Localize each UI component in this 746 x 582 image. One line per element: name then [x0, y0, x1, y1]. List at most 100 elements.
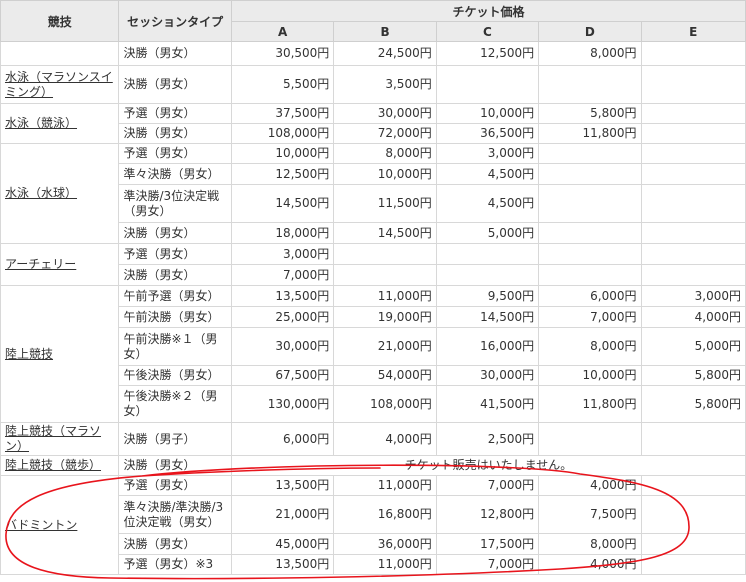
no-ticket-sales-notice: チケット販売はいたしません。	[230, 455, 746, 476]
price-e	[640, 222, 746, 244]
header-ticket-price: チケット価格	[230, 0, 746, 22]
sport-link-swimming[interactable]: 水泳（競泳）	[5, 116, 77, 130]
price-b: 21,000円	[333, 327, 437, 366]
price-c: 12,500円	[435, 41, 540, 66]
price-d	[538, 422, 642, 456]
sport-cell: アーチェリー	[0, 243, 120, 286]
header-category-b: B	[333, 21, 437, 42]
sport-cell: 陸上競技	[0, 285, 120, 423]
sport-link-water-polo[interactable]: 水泳（水球）	[5, 186, 77, 200]
price-a: 5,500円	[230, 65, 335, 104]
price-a: 37,500円	[230, 103, 335, 124]
price-e	[640, 41, 746, 66]
price-e	[640, 495, 746, 534]
price-a: 13,500円	[230, 475, 335, 496]
price-e: 5,800円	[640, 385, 746, 423]
price-b: 54,000円	[333, 365, 437, 386]
price-e: 5,800円	[640, 365, 746, 386]
price-c: 5,000円	[435, 222, 540, 244]
session-type: 準決勝/3位決定戦（男女）	[118, 184, 232, 223]
price-c: 41,500円	[435, 385, 540, 423]
table-row: 陸上競技 午前予選（男女） 13,500円 11,000円 9,500円 6,0…	[0, 285, 746, 423]
price-c: 7,000円	[435, 554, 540, 575]
price-c: 4,500円	[435, 163, 540, 185]
sport-link-athletics-race-walk[interactable]: 陸上競技（競歩）	[5, 458, 101, 472]
header-category-d: D	[538, 21, 642, 42]
sport-link-archery[interactable]: アーチェリー	[5, 257, 76, 271]
price-b: 24,500円	[333, 41, 437, 66]
price-d: 11,800円	[538, 123, 642, 144]
price-e	[640, 554, 746, 575]
price-c	[435, 65, 540, 104]
price-d	[538, 184, 642, 223]
session-type: 午前決勝※１（男女）	[118, 327, 232, 366]
price-e	[640, 65, 746, 104]
price-b: 11,000円	[333, 285, 437, 307]
price-c: 14,500円	[435, 306, 540, 328]
header-category-e: E	[640, 21, 746, 42]
session-type: 午前予選（男女）	[118, 285, 232, 307]
price-b: 108,000円	[333, 385, 437, 423]
price-d	[538, 264, 642, 286]
price-b: 14,500円	[333, 222, 437, 244]
header-session-type: セッションタイプ	[118, 0, 232, 42]
price-c: 36,500円	[435, 123, 540, 144]
price-a: 30,500円	[230, 41, 335, 66]
sport-link-marathon-swimming[interactable]: 水泳（マラソンスイミング）	[5, 70, 113, 99]
price-d: 8,000円	[538, 533, 642, 555]
sport-link-athletics[interactable]: 陸上競技	[5, 347, 53, 361]
price-e: 4,000円	[640, 306, 746, 328]
session-type: 決勝（男女）	[118, 222, 232, 244]
price-d: 8,000円	[538, 41, 642, 66]
session-type: 予選（男女）	[118, 143, 232, 164]
sport-cell: 陸上競技（競歩）	[0, 455, 120, 476]
price-b: 11,500円	[333, 184, 437, 223]
price-e	[640, 163, 746, 185]
price-d: 7,000円	[538, 306, 642, 328]
session-type: 午前決勝（男女）	[118, 306, 232, 328]
price-c	[435, 264, 540, 286]
sport-cell: バドミントン	[0, 475, 120, 575]
session-type: 予選（男女）※3	[118, 554, 232, 575]
price-e	[640, 103, 746, 124]
price-a: 67,500円	[230, 365, 335, 386]
sport-cell: 水泳（競泳）	[0, 103, 120, 144]
price-a: 130,000円	[230, 385, 335, 423]
price-c: 3,000円	[435, 143, 540, 164]
price-d	[538, 222, 642, 244]
price-d: 8,000円	[538, 327, 642, 366]
price-d: 11,800円	[538, 385, 642, 423]
price-b: 10,000円	[333, 163, 437, 185]
price-c: 7,000円	[435, 475, 540, 496]
table-row: 水泳（マラソンスイミング） 決勝（男女） 5,500円 3,500円	[0, 65, 746, 104]
session-type: 決勝（男女）	[118, 455, 232, 476]
session-type: 予選（男女）	[118, 475, 232, 496]
header-category-a: A	[230, 21, 335, 42]
price-e	[640, 422, 746, 456]
price-d: 10,000円	[538, 365, 642, 386]
session-type: 準々決勝/準決勝/3位決定戦（男女）	[118, 495, 232, 534]
price-c: 4,500円	[435, 184, 540, 223]
price-d	[538, 143, 642, 164]
sport-link-badminton[interactable]: バドミントン	[5, 518, 77, 532]
price-e	[640, 143, 746, 164]
sport-cell: 水泳（水球）	[0, 143, 120, 244]
price-e	[640, 243, 746, 265]
price-d: 7,500円	[538, 495, 642, 534]
price-d: 4,000円	[538, 554, 642, 575]
price-b: 11,000円	[333, 554, 437, 575]
header-category-c: C	[435, 21, 540, 42]
session-type: 予選（男女）	[118, 103, 232, 124]
session-type: 決勝（男女）	[118, 123, 232, 144]
price-e	[640, 264, 746, 286]
price-e	[640, 475, 746, 496]
table-row: バドミントン 予選（男女） 13,500円 11,000円 7,000円 4,0…	[0, 475, 746, 575]
price-b	[333, 243, 437, 265]
price-c: 2,500円	[435, 422, 540, 456]
price-a: 13,500円	[230, 285, 335, 307]
price-b: 8,000円	[333, 143, 437, 164]
price-c: 16,000円	[435, 327, 540, 366]
price-a: 30,000円	[230, 327, 335, 366]
sport-link-athletics-marathon[interactable]: 陸上競技（マラソン）	[5, 424, 101, 453]
table-row: 水泳（水球） 予選（男女） 10,000円 8,000円 3,000円	[0, 143, 746, 244]
